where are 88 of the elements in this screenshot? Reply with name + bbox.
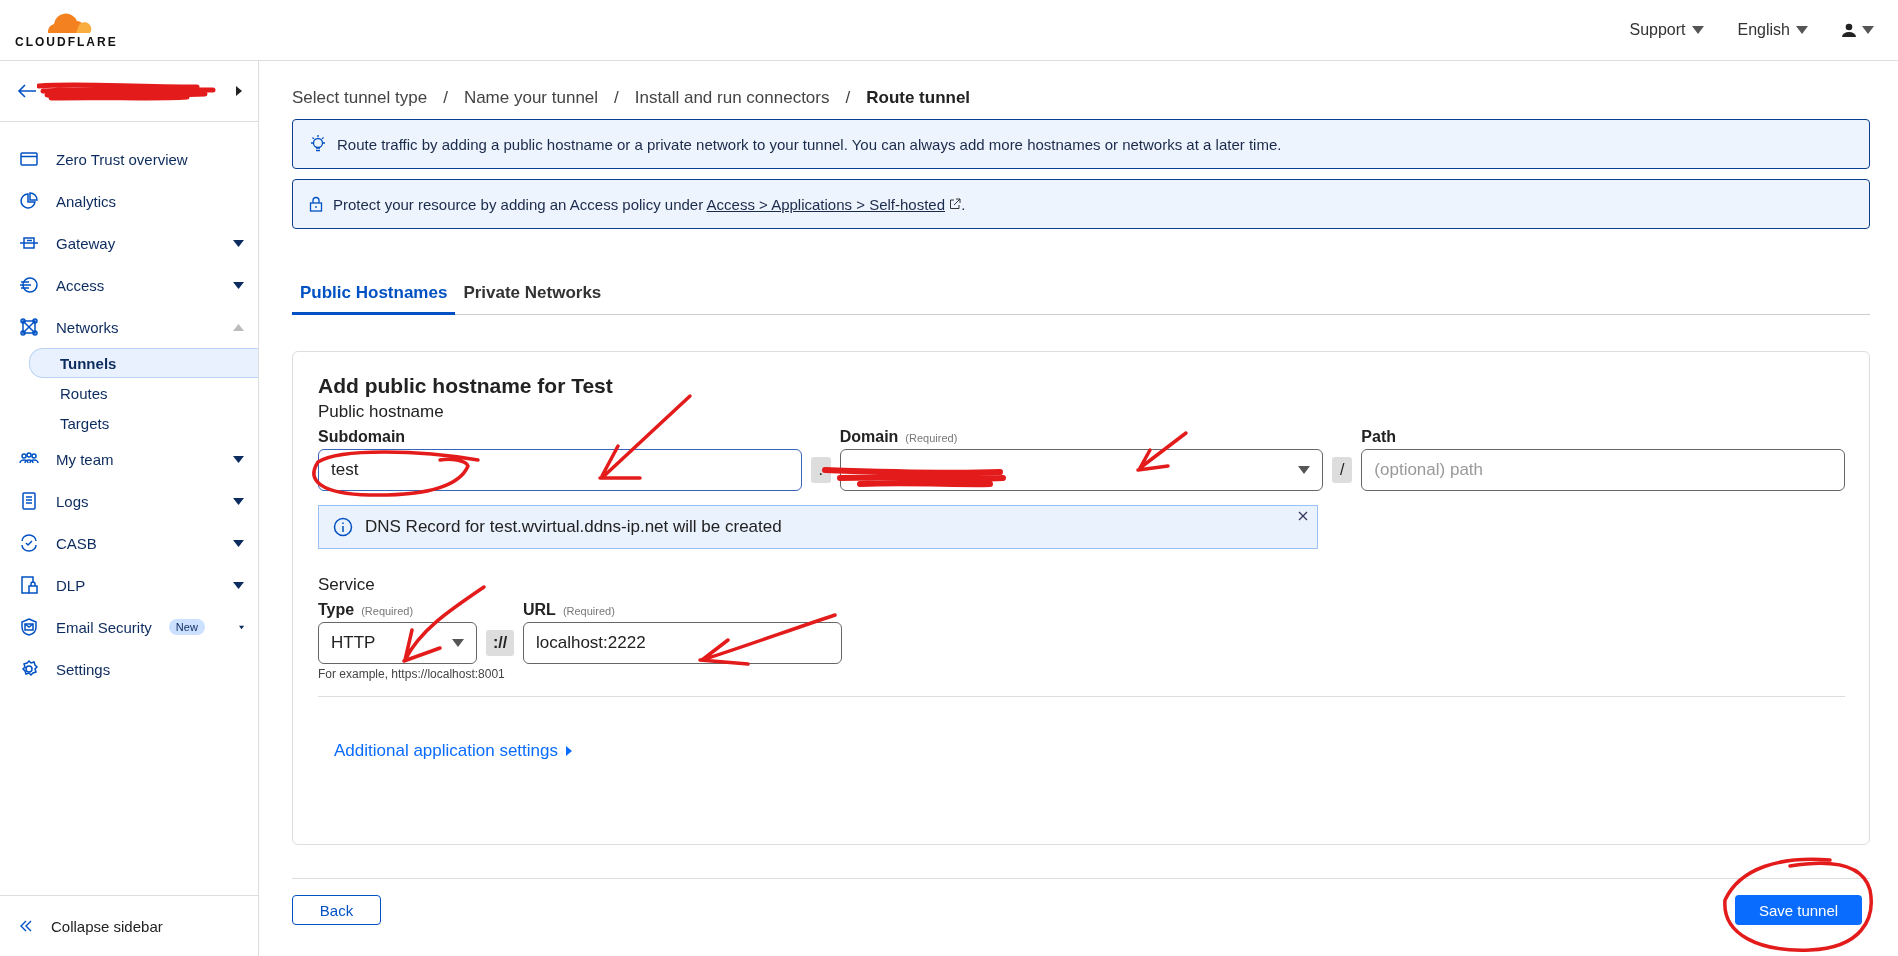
section-label: Public hostname [318, 402, 445, 422]
double-chevron-left-icon [19, 920, 33, 932]
network-icon [19, 317, 39, 337]
field-label: URL [523, 601, 556, 619]
type-select[interactable]: HTTP [318, 622, 477, 664]
notice-text: DNS Record for test.wvirtual.ddns-ip.net will be created [365, 517, 782, 537]
sidebar-item[interactable]: Settings [0, 648, 258, 690]
caret-up-icon [233, 323, 244, 331]
account-menu[interactable] [1842, 23, 1874, 37]
caret-down-icon [233, 581, 244, 589]
card-title: Add public hostname for Test [318, 374, 614, 398]
required-note: (Required) [562, 605, 615, 617]
window-icon [19, 149, 39, 169]
field-hint: For example, https://localhost:8001 [318, 667, 506, 681]
user-icon [1842, 23, 1856, 37]
breadcrumb-item[interactable]: Select tunnel type [292, 88, 428, 108]
sidebar-item[interactable]: Email Security New [0, 606, 258, 648]
document-icon [19, 491, 39, 511]
caret-down-icon [233, 239, 244, 247]
arrow-annotation [1136, 431, 1188, 472]
caret-down-icon [452, 639, 464, 647]
breadcrumb-item[interactable]: Name your tunnel [463, 88, 599, 108]
sync-check-icon [19, 533, 39, 553]
caret-down-icon [233, 539, 244, 547]
banner-text: Route traffic by adding a public hostname or a private network to your tunnel. You can always add more hostnames or networks at a later time. [337, 135, 1282, 153]
logo-wordmark: CLOUDFLARE [15, 35, 118, 49]
breadcrumb-separator: / [614, 88, 619, 108]
sidebar-item[interactable]: Analytics [0, 180, 258, 222]
field-label: Path [1361, 428, 1396, 446]
tab[interactable]: Private Networks [455, 275, 610, 315]
url-field[interactable]: localhost:2222 [523, 622, 842, 664]
breadcrumb-item[interactable]: Install and run connectors [634, 88, 830, 108]
path-field[interactable]: (optional) path [1361, 449, 1845, 491]
tab[interactable]: Public Hostnames [292, 275, 456, 315]
breadcrumb-separator: / [845, 88, 851, 108]
close-icon[interactable] [1297, 510, 1309, 522]
breadcrumb-separator: / [443, 88, 448, 108]
required-note: (Required) [361, 605, 414, 617]
caret-down-icon [1691, 26, 1704, 34]
field-label: Domain [839, 428, 899, 446]
header-menu[interactable]: English [1737, 21, 1808, 39]
sidebar-item[interactable]: CASB [0, 522, 258, 564]
banner-text: Protect your resource by adding an Access policy under Access > Applications > Self-hosted . [333, 195, 966, 213]
lock-icon [309, 196, 323, 212]
lightbulb-icon [309, 134, 327, 154]
header-menu[interactable]: Support [1629, 21, 1704, 39]
breadcrumb-item: Route tunnel [866, 88, 971, 108]
pie-chart-icon [19, 191, 39, 211]
scheme-separator: :// [486, 630, 514, 656]
shield-mail-icon [19, 617, 39, 637]
sidebar-subitem[interactable]: Targets [29, 408, 258, 438]
sidebar-subitem[interactable]: Routes [29, 378, 258, 408]
sidebar-item[interactable]: DLP [0, 564, 258, 606]
sidebar-item[interactable]: Networks [0, 306, 258, 348]
info-icon [333, 517, 353, 537]
caret-down-icon [1862, 26, 1874, 34]
required-note: (Required) [905, 432, 958, 444]
sidebar-item[interactable]: Zero Trust overview [0, 138, 258, 180]
caret-right-icon[interactable] [236, 86, 242, 96]
slash-separator: / [1332, 457, 1353, 483]
sidebar-subitem[interactable]: Tunnels [29, 348, 258, 378]
field-label: Subdomain [318, 428, 406, 446]
caret-down-icon [233, 281, 244, 289]
back-button[interactable]: Back [292, 895, 381, 925]
new-badge: New [168, 619, 205, 635]
sidebar-item[interactable]: Logs [0, 480, 258, 522]
sidebar-item[interactable]: My team [0, 438, 258, 480]
sidebar-item[interactable]: Access [0, 264, 258, 306]
caret-down-icon [1298, 466, 1311, 474]
sidebar-item[interactable]: Gateway [0, 222, 258, 264]
locked-file-icon [19, 575, 39, 595]
dot-separator: . [810, 457, 831, 483]
access-link[interactable]: Access > Applications > Self-hosted [706, 195, 946, 213]
sign-in-icon [19, 275, 39, 295]
caret-down-icon [233, 497, 244, 505]
caret-down-icon [1796, 26, 1808, 34]
external-link-icon [949, 197, 962, 210]
subdomain-field[interactable]: test [318, 449, 802, 491]
caret-right-icon [566, 746, 572, 756]
settings-icon [19, 659, 39, 679]
caret-down-icon [238, 623, 244, 631]
collapse-sidebar-button[interactable]: Collapse sidebar [0, 895, 258, 956]
section-label: Service [318, 575, 376, 595]
caret-down-icon [233, 455, 244, 463]
settings-link[interactable]: Additional application settings [334, 741, 572, 761]
save-button[interactable]: Save tunnel [1735, 895, 1862, 925]
field-label: Type [318, 601, 355, 619]
back-arrow-icon[interactable] [17, 83, 37, 99]
